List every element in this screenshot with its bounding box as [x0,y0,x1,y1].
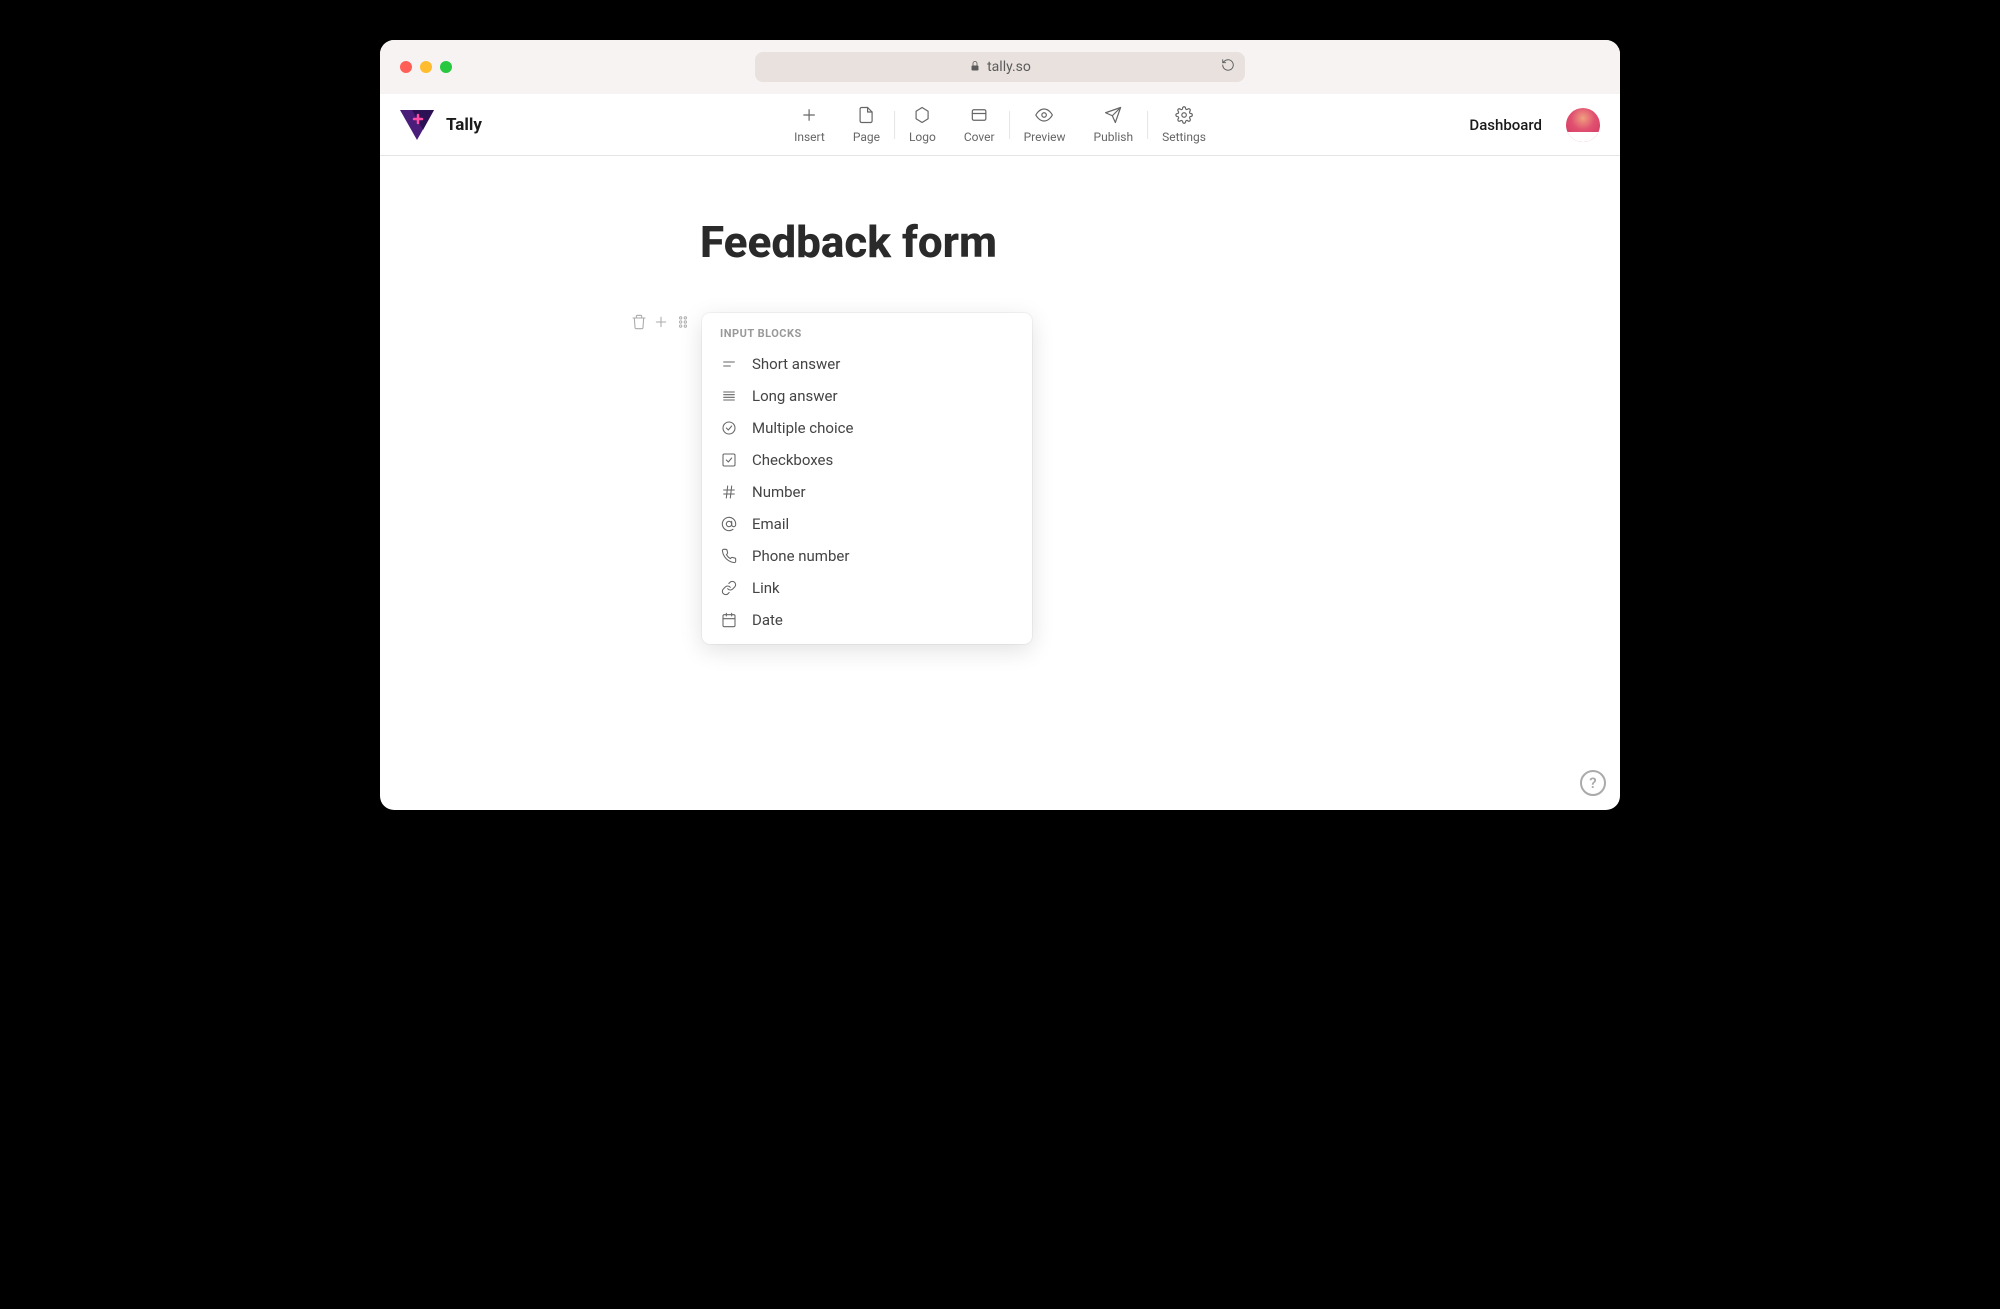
trash-icon[interactable] [630,313,648,331]
app-header: Tally Insert Page Logo [380,94,1620,156]
dashboard-link[interactable]: Dashboard [1469,116,1542,134]
block-type-dropdown: INPUT BLOCKS Short answer Long answer Mu… [702,313,1032,644]
short-answer-icon [720,355,738,373]
dropdown-section-header: INPUT BLOCKS [702,327,1032,348]
toolbar-label: Logo [909,130,936,144]
dropdown-item-number[interactable]: Number [702,476,1032,508]
email-icon [720,515,738,533]
dropdown-item-label: Number [752,483,806,501]
form-editor: Feedback form / INPUT BLOCKS [380,156,1620,331]
form-title[interactable]: Feedback form [700,216,1620,268]
help-button[interactable]: ? [1580,770,1606,796]
hexagon-icon [912,105,932,125]
brand-name: Tally [446,115,482,135]
page-icon [856,105,876,125]
dropdown-item-label: Checkboxes [752,451,833,469]
url-text: tally.so [987,59,1031,75]
dropdown-item-short-answer[interactable]: Short answer [702,348,1032,380]
logo-area[interactable]: Tally [400,110,482,140]
dropdown-item-date[interactable]: Date [702,604,1032,636]
toolbar-preview[interactable]: Preview [1010,105,1080,144]
long-answer-icon [720,387,738,405]
block-controls [630,313,692,331]
reload-icon[interactable] [1221,58,1235,76]
send-icon [1103,105,1123,125]
toolbar-label: Page [853,130,880,144]
toolbar-settings[interactable]: Settings [1148,105,1220,144]
toolbar-logo[interactable]: Logo [895,105,950,144]
checkboxes-icon [720,451,738,469]
gear-icon [1174,105,1194,125]
toolbar-label: Insert [794,130,825,144]
dropdown-item-label: Multiple choice [752,419,853,437]
dropdown-item-multiple-choice[interactable]: Multiple choice [702,412,1032,444]
dropdown-item-label: Phone number [752,547,849,565]
plus-icon [799,105,819,125]
dropdown-item-link[interactable]: Link [702,572,1032,604]
dropdown-item-label: Date [752,611,783,629]
dropdown-item-label: Email [752,515,789,533]
dropdown-item-checkboxes[interactable]: Checkboxes [702,444,1032,476]
rectangle-icon [969,105,989,125]
add-block-icon[interactable] [652,313,670,331]
dropdown-item-label: Link [752,579,780,597]
phone-icon [720,547,738,565]
dropdown-item-phone[interactable]: Phone number [702,540,1032,572]
minimize-window-button[interactable] [420,61,432,73]
toolbar-page[interactable]: Page [839,105,894,144]
toolbar-label: Preview [1024,130,1066,144]
number-icon [720,483,738,501]
lock-icon [969,60,981,75]
dropdown-item-email[interactable]: Email [702,508,1032,540]
toolbar-label: Settings [1162,130,1206,144]
dropdown-item-long-answer[interactable]: Long answer [702,380,1032,412]
dropdown-item-label: Long answer [752,387,838,405]
toolbar-cover[interactable]: Cover [950,105,1009,144]
tally-logo-icon [400,110,434,140]
toolbar: Insert Page Logo Cover [780,105,1220,144]
drag-handle-icon[interactable] [674,313,692,331]
date-icon [720,611,738,629]
toolbar-label: Cover [964,130,995,144]
address-bar[interactable]: tally.so [755,52,1245,82]
close-window-button[interactable] [400,61,412,73]
app-window: tally.so Tally Insert [380,40,1620,810]
maximize-window-button[interactable] [440,61,452,73]
link-icon [720,579,738,597]
avatar[interactable] [1566,108,1600,142]
header-right: Dashboard [1469,108,1600,142]
toolbar-insert[interactable]: Insert [780,105,839,144]
traffic-lights [400,61,452,73]
browser-chrome: tally.so [380,40,1620,94]
multiple-choice-icon [720,419,738,437]
dropdown-item-label: Short answer [752,355,840,373]
help-icon-label: ? [1589,774,1596,792]
toolbar-publish[interactable]: Publish [1080,105,1148,144]
eye-icon [1035,105,1055,125]
toolbar-label: Publish [1094,130,1134,144]
